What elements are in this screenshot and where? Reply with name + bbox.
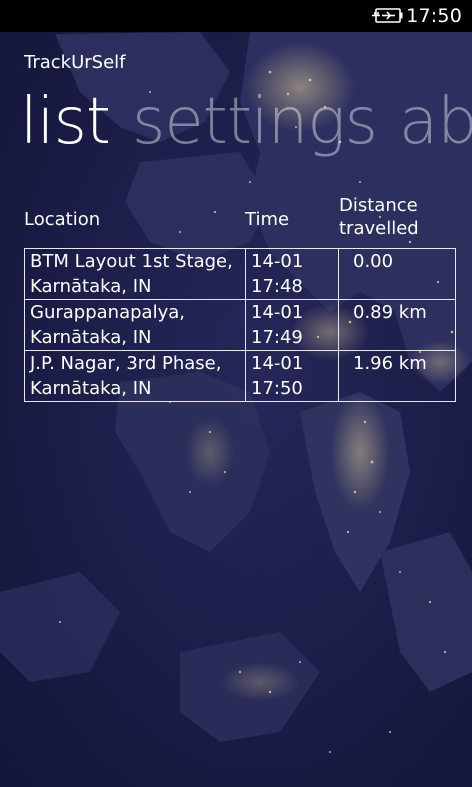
column-header-time: Time <box>245 209 290 230</box>
table-row[interactable]: J.P. Nagar, 3rd Phase, Karnātaka, IN 14-… <box>24 350 456 402</box>
battery-charging-icon <box>372 8 403 23</box>
location-cell: Gurappanapalya, Karnātaka, IN <box>24 299 246 351</box>
table-row[interactable]: BTM Layout 1st Stage, Karnātaka, IN 14-0… <box>24 248 456 300</box>
distance-cell: 0.00 <box>338 248 456 300</box>
location-cell: J.P. Nagar, 3rd Phase, Karnātaka, IN <box>24 350 246 402</box>
time-cell: 14-01 17:48 <box>245 248 339 300</box>
pivot-item-about[interactable]: abo <box>399 85 472 159</box>
location-table: BTM Layout 1st Stage, Karnātaka, IN 14-0… <box>24 248 456 402</box>
table-row[interactable]: Gurappanapalya, Karnātaka, IN 14-01 17:4… <box>24 299 456 351</box>
time-cell: 14-01 17:49 <box>245 299 339 351</box>
status-bar: 17:50 <box>0 0 472 32</box>
app-title: TrackUrSelf <box>24 52 126 73</box>
pivot-item-settings[interactable]: settings <box>132 85 378 159</box>
column-header-location: Location <box>24 209 101 230</box>
pivot-item-list[interactable]: list <box>20 85 111 159</box>
phone-screen: 17:50 TrackUrSelf list settings ab Locat… <box>0 0 472 787</box>
pivot-header: list settings abo <box>20 82 472 162</box>
time-cell: 14-01 17:50 <box>245 350 339 402</box>
status-clock: 17:50 <box>406 5 462 27</box>
pivot-page: TrackUrSelf list settings abo Location Tim… <box>0 32 472 787</box>
location-cell: BTM Layout 1st Stage, Karnātaka, IN <box>24 248 246 300</box>
distance-cell: 0.89 km <box>338 299 456 351</box>
distance-cell: 1.96 km <box>338 350 456 402</box>
column-header-distance: Distance travelled <box>339 195 419 239</box>
